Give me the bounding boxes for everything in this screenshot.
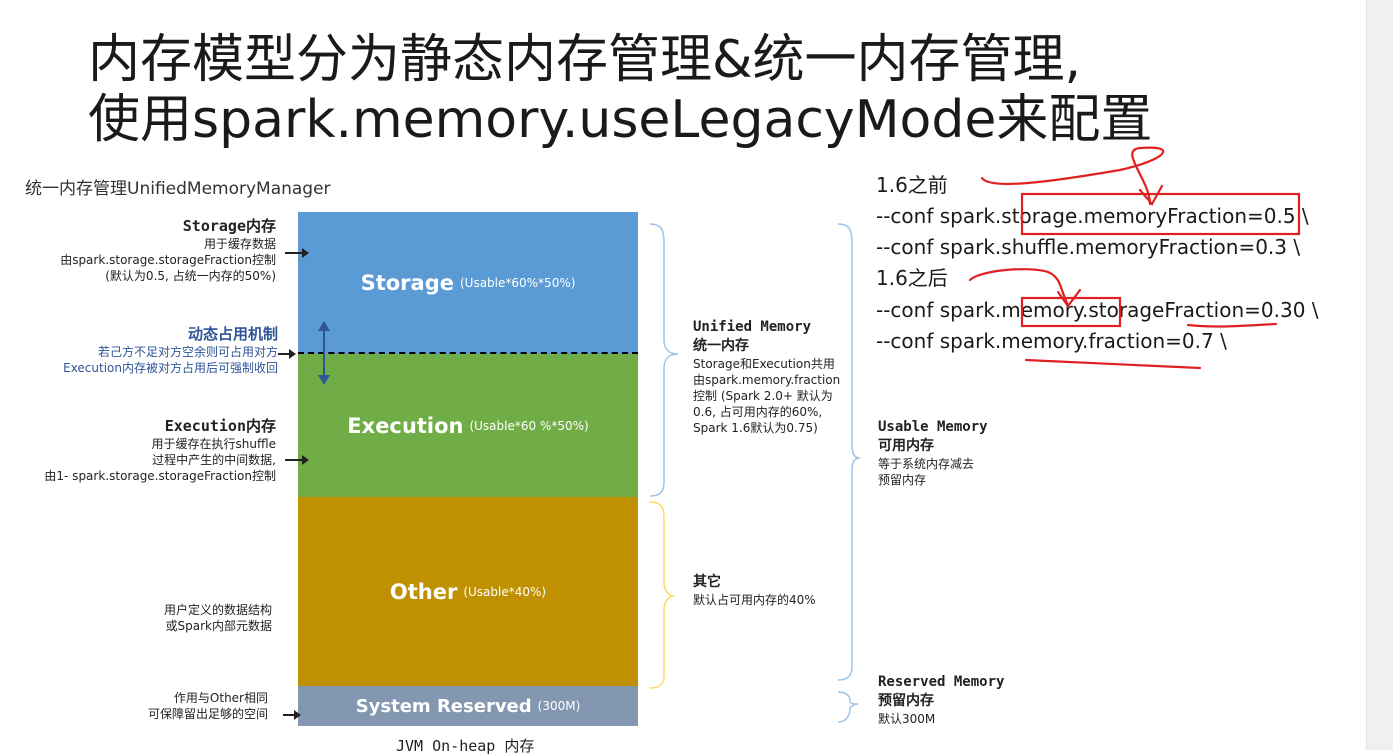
storage-memory-label: Storage内存 用于缓存数据 由spark.storage.storageF… (30, 216, 276, 284)
other-block-name: Other (389, 579, 458, 604)
diagram-caption: 统一内存管理UnifiedMemoryManager (25, 179, 331, 199)
double-arrow-icon (318, 321, 330, 385)
other-brace (649, 501, 675, 689)
usable-memory-heading-en: Usable Memory (878, 419, 988, 435)
dynamic-occupancy-desc-2: Execution内存被对方占用后可强制收回 (63, 361, 278, 375)
reserved-memory-brace (837, 691, 859, 723)
reserved-block: System Reserved (300M) (298, 686, 638, 726)
red-curve-arrow-icon (980, 146, 1165, 206)
storage-memory-desc-2: 由spark.storage.storageFraction控制 (60, 253, 276, 267)
usable-memory-label: Usable Memory 可用内存 等于系统内存减去 预留内存 (878, 418, 988, 488)
red-box-storage-memoryfraction (1020, 192, 1301, 236)
arrow-icon (285, 248, 309, 258)
unified-memory-desc-4: 0.6, 占可用内存的60%, (693, 405, 823, 419)
storage-memory-heading: Storage内存 (182, 217, 276, 235)
other-usage-desc-1: 用户定义的数据结构 (163, 603, 272, 617)
other-memory-label: 其它 默认占可用内存的40% (693, 573, 816, 608)
unified-memory-label: Unified Memory 统一内存 Storage和Execution共用 … (693, 318, 840, 436)
jvm-heap-caption: JVM On-heap 内存 (396, 737, 535, 755)
reserved-memory-desc: 默认300M (878, 712, 936, 726)
other-block: Other (Usable*40%) (298, 497, 638, 686)
red-underline-memory-fraction (1024, 358, 1202, 370)
unified-memory-desc-5: Spark 1.6默认为0.75) (693, 421, 818, 435)
execution-memory-desc-3: 由1- spark.storage.storageFraction控制 (44, 469, 276, 483)
dynamic-occupancy-label: 动态占用机制 若己方不足对方空余则可占用对方 Execution内存被对方占用后… (10, 324, 278, 376)
unified-memory-desc-1: Storage和Execution共用 (693, 357, 835, 371)
usable-memory-brace (837, 223, 861, 681)
reserved-usage-desc-1: 作用与Other相同 (173, 691, 268, 705)
brace-group (649, 223, 861, 723)
execution-block-name: Execution (347, 413, 464, 438)
reserved-block-note: (300M) (537, 699, 581, 713)
dynamic-occupancy-desc-1: 若己方不足对方空余则可占用对方 (97, 345, 278, 359)
vertical-scrollbar[interactable] (1366, 0, 1393, 750)
arrow-icon (283, 710, 301, 720)
storage-memory-desc-3: (默认为0.5, 占统一内存的50%) (105, 269, 276, 283)
storage-block-name: Storage (360, 271, 454, 295)
reserved-usage-label: 作用与Other相同 可保障留出足够的空间 (60, 690, 268, 722)
reserved-memory-heading-en: Reserved Memory (878, 674, 1005, 690)
other-usage-label: 用户定义的数据结构 或Spark内部元数据 (60, 602, 272, 634)
red-curve-arrow-2-icon (968, 268, 1070, 307)
execution-memory-desc-1: 用于缓存在执行shuffle (151, 437, 276, 451)
dynamic-occupancy-heading: 动态占用机制 (187, 325, 278, 343)
storage-execution-boundary (298, 352, 638, 354)
arrow-icon (278, 349, 296, 359)
arrow-icon (285, 455, 309, 465)
unified-memory-heading-zh: 统一内存 (693, 338, 749, 354)
unified-memory-heading-en: Unified Memory (693, 319, 812, 335)
page-title-line-1: 内存模型分为静态内存管理&统一内存管理, (88, 30, 1082, 90)
execution-memory-heading: Execution内存 (164, 417, 276, 435)
other-block-note: (Usable*40%) (463, 584, 547, 599)
storage-memory-desc-1: 用于缓存数据 (203, 237, 276, 251)
execution-block-note: (Usable*60 %*50%) (469, 418, 589, 433)
storage-block-note: (Usable*60%*50%) (459, 276, 576, 290)
other-memory-desc: 默认占可用内存的40% (693, 593, 816, 607)
usable-memory-desc-2: 预留内存 (878, 473, 927, 487)
execution-memory-label: Execution内存 用于缓存在执行shuffle 过程中产生的中间数据, 由… (10, 416, 276, 484)
reserved-block-name: System Reserved (355, 695, 532, 717)
red-underline-fraction (1186, 322, 1278, 328)
storage-block: Storage (Usable*60%*50%) (298, 212, 638, 354)
other-usage-desc-2: 或Spark内部元数据 (165, 619, 272, 633)
unified-memory-desc-3: 控制 (Spark 2.0+ 默认为 (693, 389, 833, 403)
config-after-heading: 1.6之后 (876, 266, 948, 290)
other-memory-heading: 其它 (693, 574, 721, 590)
execution-memory-desc-2: 过程中产生的中间数据, (152, 453, 276, 467)
reserved-usage-desc-2: 可保障留出足够的空间 (147, 707, 268, 721)
handwritten-annotations (968, 146, 1301, 370)
config-before-heading: 1.6之前 (876, 173, 948, 197)
execution-block: Execution (Usable*60 %*50%) (298, 354, 638, 497)
usable-memory-desc-1: 等于系统内存减去 (878, 457, 975, 471)
usable-memory-heading-zh: 可用内存 (878, 438, 934, 454)
unified-memory-desc-2: 由spark.memory.fraction (693, 373, 841, 387)
unified-memory-brace (649, 223, 679, 497)
reserved-memory-label: Reserved Memory 预留内存 默认300M (878, 673, 1004, 727)
reserved-memory-heading-zh: 预留内存 (878, 693, 934, 709)
